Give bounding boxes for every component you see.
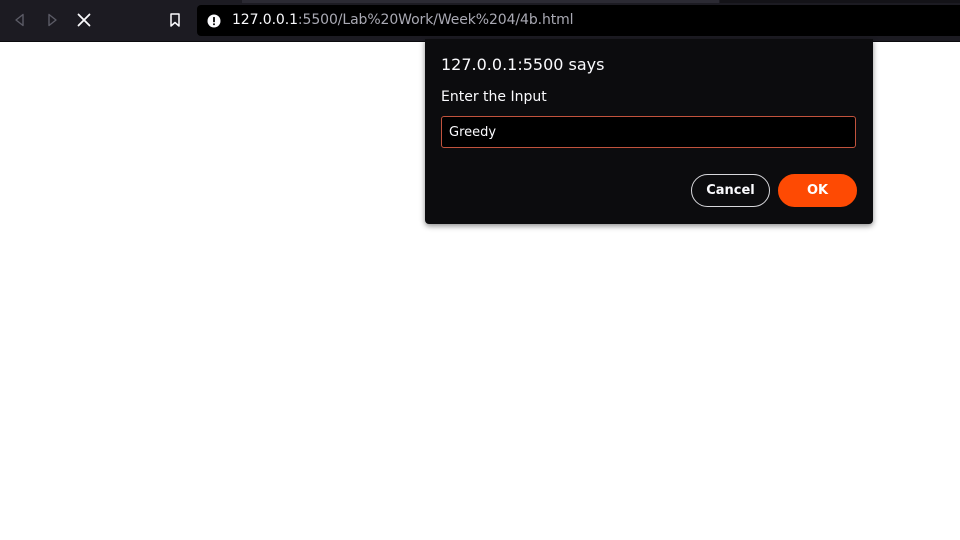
prompt-input[interactable] [441, 116, 856, 148]
ok-button[interactable]: OK [778, 174, 857, 207]
bookmark-icon [170, 13, 180, 27]
stop-loading-icon [77, 13, 91, 27]
url-path: :5500/Lab%20Work/Week%204/4b.html [297, 12, 574, 28]
prompt-dialog: 127.0.0.1:5500 says Enter the Input Canc… [425, 39, 873, 224]
forward-arrow-icon [48, 13, 57, 27]
dialog-title: 127.0.0.1:5500 says [441, 55, 605, 74]
url-host: 127.0.0.1 [232, 12, 298, 28]
back-button[interactable] [9, 9, 31, 31]
forward-button[interactable] [41, 9, 63, 31]
cancel-button[interactable]: Cancel [691, 174, 770, 207]
browser-toolbar: 127.0.0.1:5500/Lab%20Work/Week%204/4b.ht… [0, 0, 960, 42]
back-arrow-icon [15, 13, 24, 27]
tab-strip-edge [242, 0, 719, 3]
bookmark-button[interactable] [164, 9, 186, 31]
url-text[interactable]: 127.0.0.1:5500/Lab%20Work/Week%204/4b.ht… [232, 12, 574, 29]
dialog-message: Enter the Input [441, 89, 547, 105]
stop-button[interactable] [73, 9, 95, 31]
site-info-icon[interactable] [207, 14, 221, 28]
url-bar[interactable]: 127.0.0.1:5500/Lab%20Work/Week%204/4b.ht… [197, 5, 960, 36]
tab-strip-edge [720, 0, 960, 3]
